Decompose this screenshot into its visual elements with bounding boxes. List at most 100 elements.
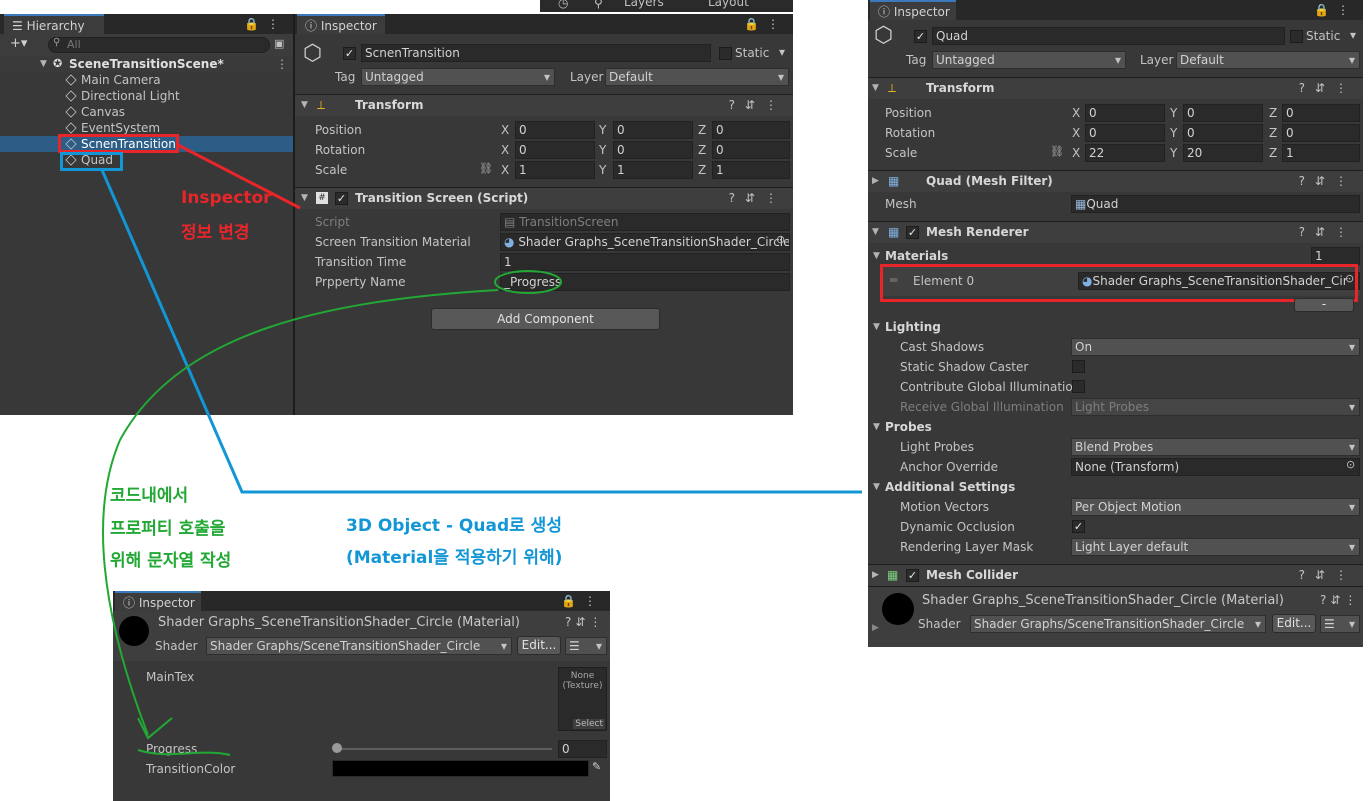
material-header-icons[interactable]: ?⇵⋮ <box>565 615 605 629</box>
history-icon[interactable]: ◷ <box>558 0 568 10</box>
inspector1-tab-icons[interactable]: 🔒⋮ <box>744 14 787 34</box>
scale-x-field[interactable]: 22 <box>1085 144 1165 162</box>
texture-select-button[interactable]: Select <box>573 719 605 729</box>
lighting-arrow-icon[interactable]: ▼ <box>873 322 880 332</box>
list-item[interactable]: Main Camera <box>0 72 293 88</box>
static-checkbox[interactable] <box>1290 30 1303 43</box>
collapse-arrow-icon[interactable]: ▶ <box>872 171 879 192</box>
position-x-field[interactable]: 0 <box>1085 104 1165 122</box>
link-icon[interactable]: ⛓ <box>479 162 493 175</box>
position-z-field[interactable]: 0 <box>1282 104 1360 122</box>
progress-slider-track[interactable] <box>336 748 552 750</box>
materials-count-field[interactable]: 1 <box>1311 247 1360 265</box>
material-fold-arrow-icon[interactable]: ▶ <box>872 623 879 633</box>
transform-header[interactable]: ▼ ⟂ Transform ?⇵⋮ <box>868 77 1363 99</box>
position-z-field[interactable]: 0 <box>712 121 790 139</box>
shader-dropdown[interactable]: Shader Graphs/SceneTransitionShader_Circ… <box>970 615 1266 633</box>
static-dropdown-icon[interactable]: ▾ <box>779 45 785 59</box>
add-object-button[interactable]: +▾ <box>10 36 27 51</box>
inspector2-tab-icons[interactable]: 🔒⋮ <box>1314 0 1357 20</box>
script-enabled-checkbox[interactable]: ✓ <box>335 192 348 205</box>
cast-shadows-dropdown[interactable]: On <box>1071 338 1360 356</box>
object-picker-icon[interactable]: ⊙ <box>776 233 785 246</box>
light-probes-dropdown[interactable]: Blend Probes <box>1071 438 1360 456</box>
scale-y-field[interactable]: 20 <box>1183 144 1263 162</box>
component-menu-icons[interactable]: ?⇵⋮ <box>1299 222 1357 243</box>
rotation-z-field[interactable]: 0 <box>1282 124 1360 142</box>
tag-dropdown[interactable]: Untagged <box>932 51 1126 69</box>
shader-options-dropdown[interactable]: ☰ <box>1320 615 1360 633</box>
add-component-button[interactable]: Add Component <box>431 308 660 330</box>
static-dropdown-icon[interactable]: ▾ <box>1350 28 1356 42</box>
hierarchy-tab-icons[interactable]: 🔒⋮ <box>244 14 287 34</box>
shader-options-dropdown[interactable]: ☰ <box>565 637 607 655</box>
object-picker-icon[interactable]: ⊙ <box>1346 458 1355 471</box>
collapse-arrow-icon[interactable]: ▶ <box>872 565 879 586</box>
expand-arrow-icon[interactable]: ▼ <box>40 56 47 72</box>
layout-dropdown[interactable]: Layout <box>708 0 749 9</box>
object-name-field[interactable]: Quad <box>932 27 1285 45</box>
active-checkbox[interactable]: ✓ <box>343 47 356 60</box>
list-item[interactable]: Canvas <box>0 104 293 120</box>
scale-y-field[interactable]: 1 <box>613 161 693 179</box>
materials-arrow-icon[interactable]: ▼ <box>873 251 880 261</box>
position-y-field[interactable]: 0 <box>613 121 693 139</box>
probes-arrow-icon[interactable]: ▼ <box>873 422 880 432</box>
script-component-header[interactable]: ▼ # ✓ Transition Screen (Script) ?⇵⋮ <box>295 187 793 209</box>
link-icon[interactable]: ⛓ <box>1050 145 1064 158</box>
list-item[interactable]: Quad <box>0 152 293 168</box>
search-icon[interactable]: ⚲ <box>594 0 603 10</box>
anchor-override-field[interactable]: None (Transform) <box>1071 458 1360 476</box>
shader-dropdown[interactable]: Shader Graphs/SceneTransitionShader_Circ… <box>206 637 512 655</box>
additional-arrow-icon[interactable]: ▼ <box>873 482 880 492</box>
material-header-icons[interactable]: ?⇵⋮ <box>1320 593 1360 607</box>
progress-value-field[interactable]: 0 <box>558 740 607 758</box>
tab-inspector[interactable]: ⓘ Inspector <box>297 14 385 34</box>
property-name-field[interactable]: _Progress <box>500 273 790 291</box>
scale-x-field[interactable]: 1 <box>515 161 595 179</box>
position-x-field[interactable]: 0 <box>515 121 595 139</box>
tag-dropdown[interactable]: Untagged <box>361 68 555 86</box>
hierarchy-filter-icon[interactable]: ▣ <box>274 37 284 50</box>
mesh-collider-checkbox[interactable]: ✓ <box>906 569 919 582</box>
texture-slot[interactable]: None (Texture) Select <box>558 667 607 731</box>
static-checkbox[interactable] <box>719 47 732 60</box>
inspector3-tab-icons[interactable]: 🔒⋮ <box>561 591 604 611</box>
static-shadow-caster-checkbox[interactable] <box>1072 360 1085 373</box>
collapse-arrow-icon[interactable]: ▼ <box>301 188 308 209</box>
tab-inspector[interactable]: ⓘ Inspector <box>115 591 201 611</box>
rotation-z-field[interactable]: 0 <box>712 141 790 159</box>
layer-dropdown[interactable]: Default <box>1176 51 1360 69</box>
mesh-filter-header[interactable]: ▶ ▦ Quad (Mesh Filter) ?⇵⋮ <box>868 170 1363 192</box>
eyedropper-icon[interactable]: ✎ <box>592 760 601 773</box>
layers-dropdown[interactable]: Layers <box>624 0 664 9</box>
hierarchy-search-input[interactable]: ⚲ All <box>48 37 270 53</box>
edit-shader-button[interactable]: Edit... <box>517 636 561 655</box>
rotation-y-field[interactable]: 0 <box>613 141 693 159</box>
rotation-y-field[interactable]: 0 <box>1183 124 1263 142</box>
scene-menu-icon[interactable]: ⋮ <box>276 56 288 72</box>
tab-hierarchy[interactable]: ☰ Hierarchy <box>4 14 104 34</box>
component-menu-icons[interactable]: ?⇵⋮ <box>1299 565 1357 586</box>
transition-color-field[interactable] <box>332 760 589 777</box>
collapse-arrow-icon[interactable]: ▼ <box>872 78 879 99</box>
layer-dropdown[interactable]: Default <box>605 68 789 86</box>
contribute-gi-checkbox[interactable] <box>1072 380 1085 393</box>
mesh-renderer-header[interactable]: ▼ ▦ ✓ Mesh Renderer ?⇵⋮ <box>868 221 1363 243</box>
position-y-field[interactable]: 0 <box>1183 104 1263 122</box>
scene-row[interactable]: ▼ ✪ SceneTransitionScene* ⋮ <box>0 56 293 72</box>
mesh-collider-header[interactable]: ▶ ▦ ✓ Mesh Collider ?⇵⋮ <box>868 564 1363 586</box>
collapse-arrow-icon[interactable]: ▼ <box>301 95 308 116</box>
motion-vectors-dropdown[interactable]: Per Object Motion <box>1071 498 1360 516</box>
mesh-renderer-checkbox[interactable]: ✓ <box>906 226 919 239</box>
component-menu-icons[interactable]: ?⇵⋮ <box>729 95 787 116</box>
list-remove-button[interactable]: - <box>1294 298 1354 312</box>
component-menu-icons[interactable]: ?⇵⋮ <box>1299 78 1357 99</box>
rotation-x-field[interactable]: 0 <box>1085 124 1165 142</box>
scale-z-field[interactable]: 1 <box>712 161 790 179</box>
active-checkbox[interactable]: ✓ <box>914 30 927 43</box>
tab-inspector[interactable]: ⓘ Inspector <box>870 0 956 20</box>
dynamic-occlusion-checkbox[interactable]: ✓ <box>1072 520 1085 533</box>
object-name-field[interactable]: ScnenTransition <box>361 44 711 62</box>
transition-time-field[interactable]: 1 <box>500 253 790 271</box>
